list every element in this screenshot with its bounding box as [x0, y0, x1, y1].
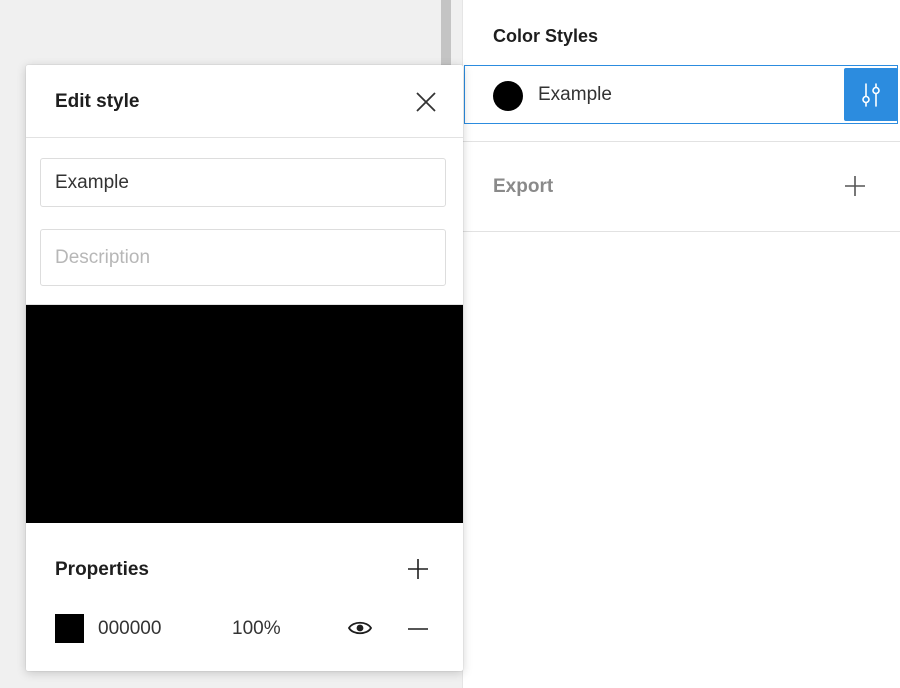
- toggle-visibility-button[interactable]: [347, 617, 373, 639]
- color-style-swatch: [493, 81, 523, 111]
- close-icon: [416, 92, 436, 112]
- minus-icon: [408, 628, 428, 630]
- color-style-item[interactable]: Example: [464, 65, 898, 124]
- properties-heading: Properties: [55, 559, 149, 580]
- fill-opacity-value[interactable]: 100%: [232, 618, 281, 640]
- eye-icon: [347, 621, 373, 635]
- fill-swatch[interactable]: [55, 614, 84, 643]
- close-button[interactable]: [414, 90, 438, 114]
- add-export-button[interactable]: [843, 174, 867, 198]
- section-divider: [463, 141, 900, 142]
- plus-icon: [845, 176, 865, 196]
- style-name-input[interactable]: [40, 158, 446, 207]
- style-description-input[interactable]: [40, 229, 446, 286]
- dialog-title: Edit style: [55, 91, 140, 112]
- right-panel: Color Styles Example Export: [463, 0, 900, 688]
- section-divider: [463, 231, 900, 232]
- edit-style-dialog: Edit style Properties 000000 100%: [26, 65, 463, 671]
- color-preview: [26, 305, 463, 523]
- sliders-icon: [862, 82, 880, 107]
- dialog-header-divider: [26, 137, 463, 138]
- fill-hex-value[interactable]: 000000: [98, 618, 161, 640]
- plus-icon: [408, 559, 428, 579]
- export-heading: Export: [493, 176, 554, 197]
- edit-style-button[interactable]: [844, 68, 898, 121]
- color-style-name: Example: [538, 84, 612, 105]
- remove-fill-button[interactable]: [406, 617, 430, 641]
- color-styles-heading: Color Styles: [493, 26, 599, 46]
- add-property-button[interactable]: [406, 557, 430, 581]
